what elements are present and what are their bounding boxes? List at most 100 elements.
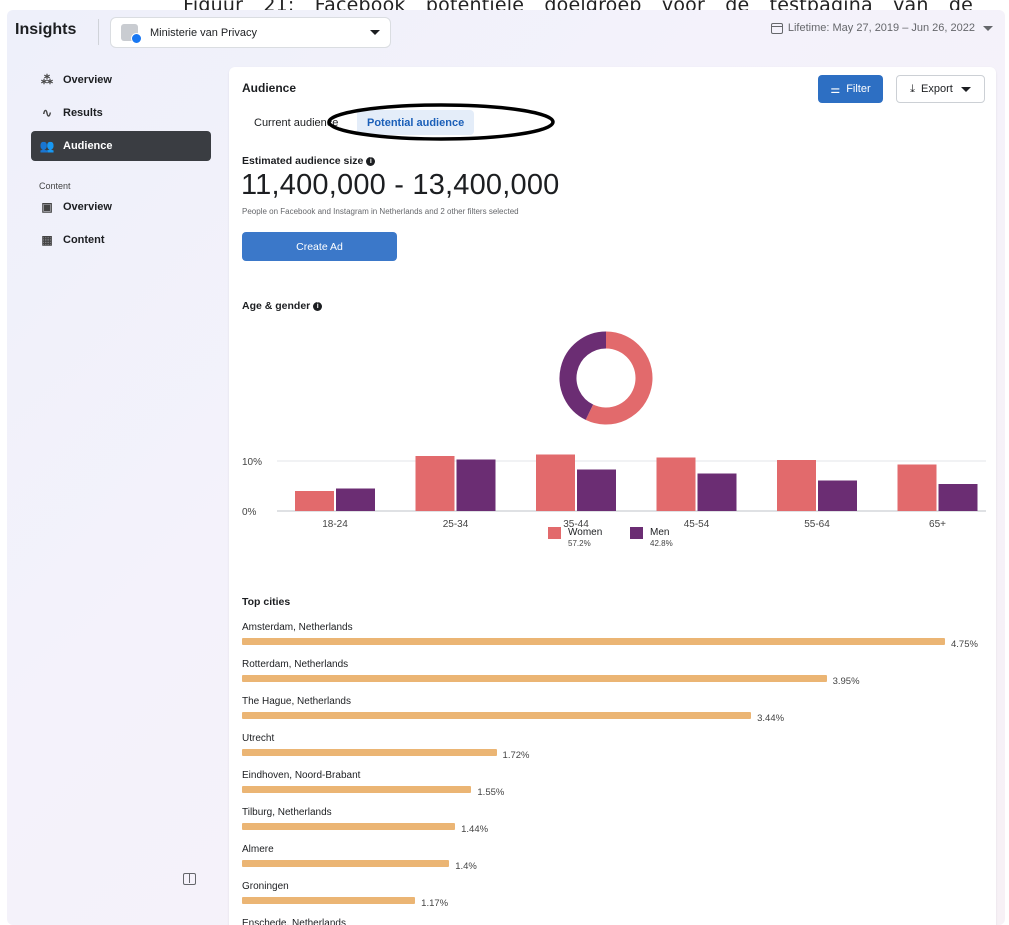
city-percent: 1.4% [455,861,477,872]
table-icon: ▦ [41,233,53,247]
overview-icon: ⁂ [41,73,53,87]
city-bar [242,675,827,682]
sidebar-item-label: Overview [63,74,112,86]
city-name: Rotterdam, Netherlands [242,659,349,670]
x-tick-label: 65+ [929,519,946,527]
export-button[interactable]: ⤓ Export [896,75,985,103]
bar-men-45-54 [697,473,737,511]
city-name: Groningen [242,881,289,892]
city-percent: 1.17% [421,898,449,909]
legend-percent: 42.8% [650,539,673,548]
audience-size-description: People on Facebook and Instagram in Neth… [242,207,519,216]
city-percent: 1.72% [502,750,530,761]
city-bar [242,712,752,719]
header-divider [98,19,99,45]
x-tick-label: 18-24 [322,519,348,527]
top-cities-label: Top cities [242,596,291,608]
y-tick-label: 0% [242,507,257,518]
sidebar-item-results[interactable]: ∿ Results [31,98,211,128]
city-row: Eindhoven, Noord-Brabant 1.55% [242,770,992,804]
bar-women-25-34 [415,456,455,511]
sidebar-item-audience[interactable]: 👥 Audience [31,131,211,161]
x-tick-label: 55-64 [804,519,830,527]
city-percent: 1.55% [477,787,505,798]
age-gender-text: Age & gender [242,300,311,312]
sidebar-item-label: Overview [63,201,112,213]
estimated-audience-text: Estimated audience size [242,155,364,167]
donut-slice-women [585,331,653,425]
sidebar-item-label: Results [63,107,103,119]
audience-icon: 👥 [39,139,55,153]
sidebar: ⁂ Overview ∿ Results 👥 Audience Content … [7,55,221,925]
annotation-circle [327,103,555,141]
city-row: The Hague, Netherlands 3.44% [242,696,992,730]
city-row: Amsterdam, Netherlands 4.75% [242,622,992,656]
chevron-down-icon [370,30,380,35]
city-name: The Hague, Netherlands [242,696,351,707]
info-icon[interactable]: i [366,156,376,166]
date-range-label: Lifetime: May 27, 2019 – Jun 26, 2022 [787,22,975,34]
age-gender-chart: 0% 10% 18-24 25-34 35-44 45-54 55-64 65+ [242,331,986,527]
bar-men-55-64 [818,480,857,511]
city-bar [242,823,456,830]
bar-women-65+ [897,464,937,511]
bar-women-55-64 [777,460,816,511]
sidebar-item-overview[interactable]: ⁂ Overview [31,65,211,95]
sidebar-item-content-overview[interactable]: ▣ Overview [31,192,211,222]
info-icon[interactable]: i [313,301,323,311]
app-title: Insights [15,21,77,38]
bar-women-18-24 [295,491,334,511]
audience-size-value: 11,400,000 - 13,400,000 [241,169,560,201]
city-percent: 3.95% [832,676,860,687]
x-tick-label: 35-44 [563,519,589,527]
sliders-icon: ⚌ [830,83,841,96]
page-title: Audience [242,81,297,95]
city-row: Enschede, Netherlands [242,918,992,925]
city-bar [242,897,416,904]
date-range-picker[interactable]: Lifetime: May 27, 2019 – Jun 26, 2022 [770,22,993,34]
filter-label: Filter [846,83,871,95]
city-bar [242,749,497,756]
x-tick-label: 45-54 [684,519,710,527]
bar-men-65+ [938,484,978,511]
calendar-icon [770,22,783,34]
city-row: Tilburg, Netherlands 1.44% [242,807,992,841]
x-tick-label: 25-34 [443,519,469,527]
city-row: Groningen 1.17% [242,881,992,915]
sidebar-section-label: Content [39,181,71,191]
men-swatch [630,527,643,539]
bar-men-25-34 [456,459,496,511]
page-name: Ministerie van Privacy [150,26,257,39]
city-row: Almere 1.4% [242,844,992,878]
city-row: Rotterdam, Netherlands 3.95% [242,659,992,693]
bar-women-35-44 [536,454,575,511]
sidebar-item-label: Audience [63,140,113,152]
filter-button[interactable]: ⚌ Filter [818,75,883,103]
chevron-down-icon [983,25,993,31]
sidebar-item-content[interactable]: ▦ Content [31,225,211,255]
legend-men: Men 42.8% [630,527,673,548]
city-name: Eindhoven, Noord-Brabant [242,770,361,781]
page-selector[interactable]: Ministerie van Privacy [110,17,391,48]
legend-label: Women [568,527,603,538]
sidebar-item-label: Content [63,234,105,246]
results-icon: ∿ [41,106,53,120]
bar-men-35-44 [577,469,616,511]
top-bar: Insights Ministerie van Privacy Lifetime… [7,10,1005,55]
city-name: Tilburg, Netherlands [242,807,332,818]
city-row: Utrecht 1.72% [242,733,992,767]
city-name: Almere [242,844,274,855]
page-avatar-icon [121,24,142,44]
collapse-sidebar-icon[interactable] [183,873,196,885]
city-percent: 3.44% [757,713,785,724]
city-percent: 1.44% [461,824,489,835]
city-percent: 4.75% [951,639,978,650]
create-ad-button[interactable]: Create Ad [242,232,397,261]
city-bar [242,786,472,793]
chevron-down-icon [960,86,971,92]
bar-men-18-24 [336,488,375,511]
estimated-audience-label: Estimated audience size i [242,155,376,167]
posts-overview-icon: ▣ [41,200,53,214]
legend-percent: 57.2% [568,539,591,548]
download-icon: ⤓ [910,82,916,95]
